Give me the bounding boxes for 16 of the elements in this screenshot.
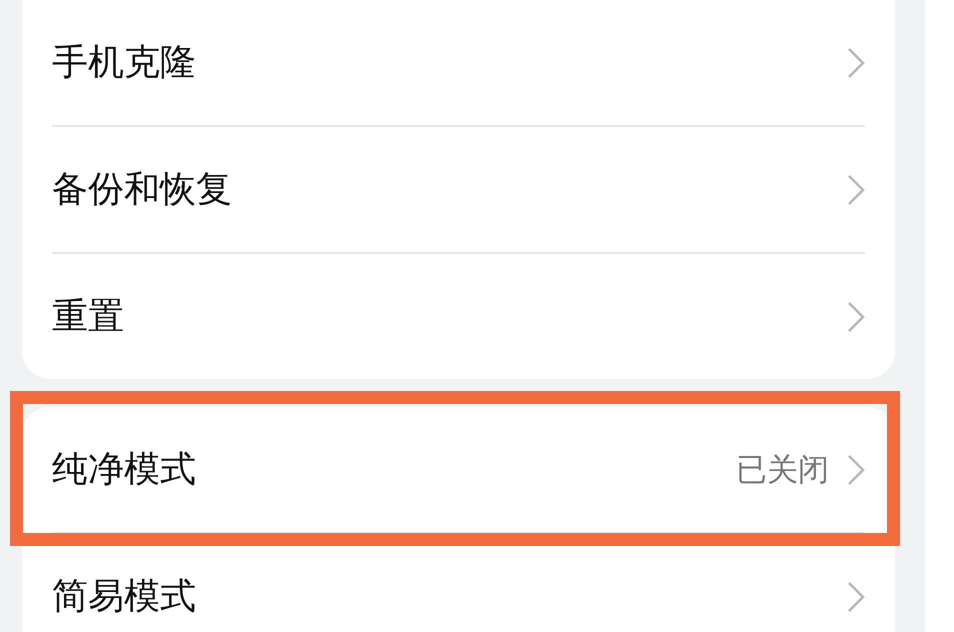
item-label: 手机克隆 <box>52 41 197 85</box>
chevron-right-icon <box>847 300 865 332</box>
settings-item[interactable]: 纯净模式 已关闭 <box>52 407 865 532</box>
settings-item[interactable]: 简易模式 <box>52 534 865 632</box>
chevron-right-icon <box>847 46 865 78</box>
chevron-right-icon <box>847 174 865 206</box>
item-label: 简易模式 <box>52 575 197 619</box>
settings-item[interactable]: 手机克隆 <box>52 0 865 125</box>
item-label: 备份和恢复 <box>52 168 233 212</box>
chevron-right-icon <box>847 454 865 486</box>
settings-item[interactable]: 重置 <box>52 254 865 379</box>
settings-item[interactable]: 备份和恢复 <box>52 127 865 252</box>
chevron-right-icon <box>847 580 865 612</box>
item-status: 已关闭 <box>736 450 829 490</box>
item-label: 纯净模式 <box>52 448 197 492</box>
item-label: 重置 <box>52 295 125 339</box>
